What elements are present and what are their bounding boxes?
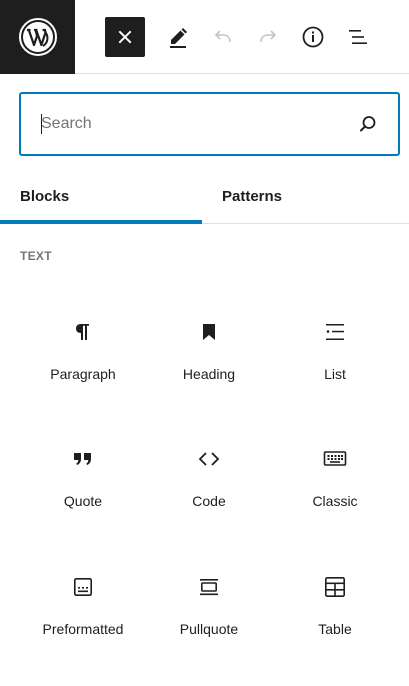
block-label: Preformatted	[42, 621, 124, 637]
block-label: Quote	[63, 493, 103, 509]
search-input[interactable]	[21, 94, 341, 154]
block-item-paragraph[interactable]: Paragraph	[20, 290, 146, 418]
inserter-tabs: Blocks Patterns	[0, 168, 409, 224]
keyboard-icon	[323, 447, 347, 471]
active-tab-indicator	[0, 220, 202, 224]
block-item-list[interactable]: List	[272, 290, 398, 418]
block-item-table[interactable]: Table	[272, 545, 398, 673]
tools-edit-button[interactable]	[158, 17, 198, 57]
block-label: Heading	[182, 366, 236, 382]
document-overview-button[interactable]	[338, 17, 378, 57]
preformatted-icon	[71, 575, 95, 599]
block-label: Classic	[312, 493, 358, 509]
block-item-preformatted[interactable]: Preformatted	[20, 545, 146, 673]
wordpress-logo-button[interactable]	[0, 0, 75, 74]
tab-patterns[interactable]: Patterns	[202, 168, 404, 224]
tab-blocks[interactable]: Blocks	[0, 168, 202, 224]
block-label: List	[324, 366, 346, 382]
block-label: Pullquote	[179, 621, 239, 637]
text-caret	[41, 114, 42, 134]
pullquote-icon	[197, 575, 221, 599]
block-item-quote[interactable]: Quote	[20, 417, 146, 545]
tab-blocks-label: Blocks	[20, 187, 70, 205]
info-icon	[301, 25, 325, 49]
block-label: Paragraph	[50, 366, 116, 382]
paragraph-icon	[71, 320, 95, 344]
editor-toolbar	[0, 0, 409, 74]
wordpress-logo-icon	[18, 17, 58, 57]
category-heading: TEXT	[20, 249, 52, 263]
details-button[interactable]	[293, 17, 333, 57]
tab-patterns-label: Patterns	[222, 187, 283, 205]
block-item-heading[interactable]: Heading	[146, 290, 272, 418]
table-icon	[323, 575, 347, 599]
quote-icon	[71, 447, 95, 471]
block-item-pullquote[interactable]: Pullquote	[146, 545, 272, 673]
list-view-icon	[346, 25, 370, 49]
redo-button[interactable]	[248, 17, 288, 57]
code-icon	[197, 447, 221, 471]
block-item-classic[interactable]: Classic	[272, 417, 398, 545]
block-label: Code	[192, 493, 226, 509]
search-icon[interactable]	[358, 114, 378, 134]
heading-bookmark-icon	[197, 320, 221, 344]
block-item-code[interactable]: Code	[146, 417, 272, 545]
block-label: Table	[318, 621, 352, 637]
redo-icon	[256, 25, 280, 49]
close-inserter-button[interactable]	[105, 17, 145, 57]
block-search-box	[19, 92, 400, 156]
close-icon	[118, 30, 132, 44]
undo-button[interactable]	[203, 17, 243, 57]
list-icon	[323, 320, 347, 344]
pencil-icon	[166, 25, 190, 49]
undo-icon	[211, 25, 235, 49]
